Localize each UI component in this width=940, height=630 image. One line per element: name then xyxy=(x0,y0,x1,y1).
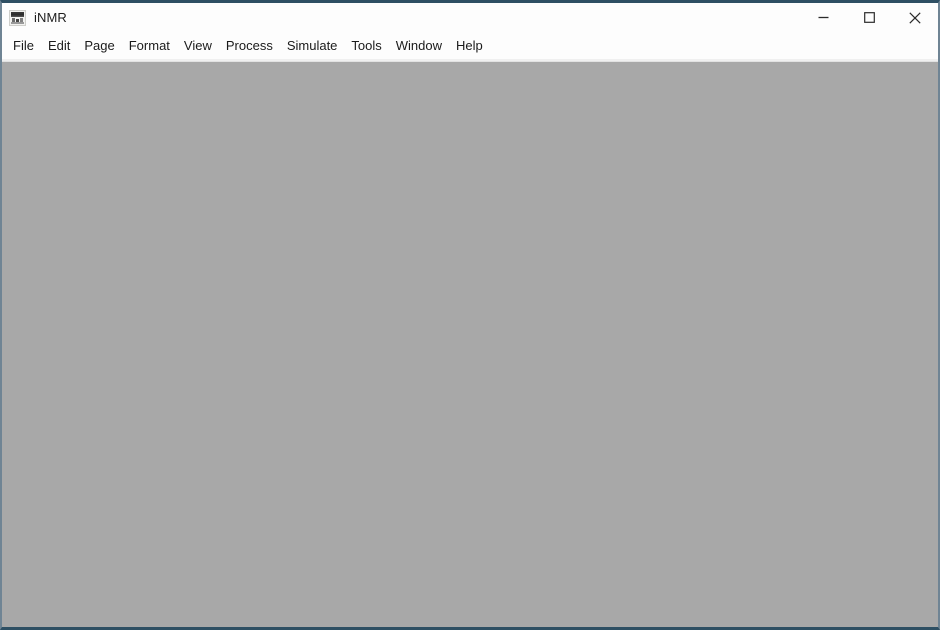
title-bar[interactable]: iNMR xyxy=(2,3,938,32)
menu-item-view[interactable]: View xyxy=(177,34,219,58)
minimize-icon xyxy=(818,12,829,23)
close-button[interactable] xyxy=(892,3,938,32)
menu-item-format[interactable]: Format xyxy=(122,34,177,58)
maximize-icon xyxy=(863,12,875,23)
menu-item-page[interactable]: Page xyxy=(77,34,121,58)
inmr-app-icon xyxy=(9,9,26,26)
title-bar-left: iNMR xyxy=(2,9,67,26)
menu-item-tools[interactable]: Tools xyxy=(344,34,388,58)
minimize-button[interactable] xyxy=(800,3,846,32)
menu-item-simulate[interactable]: Simulate xyxy=(280,34,345,58)
window-title: iNMR xyxy=(34,9,67,25)
maximize-button[interactable] xyxy=(846,3,892,32)
window-controls xyxy=(800,3,938,32)
app-window: iNMR File Edit Page Format View Process … xyxy=(0,0,940,630)
menu-item-window[interactable]: Window xyxy=(389,34,449,58)
close-icon xyxy=(909,11,921,24)
menu-bar: File Edit Page Format View Process Simul… xyxy=(2,32,938,59)
workspace-canvas[interactable] xyxy=(2,62,938,627)
menu-item-edit[interactable]: Edit xyxy=(41,34,77,58)
menu-item-process[interactable]: Process xyxy=(219,34,280,58)
menu-item-file[interactable]: File xyxy=(6,34,41,58)
menu-item-help[interactable]: Help xyxy=(449,34,490,58)
